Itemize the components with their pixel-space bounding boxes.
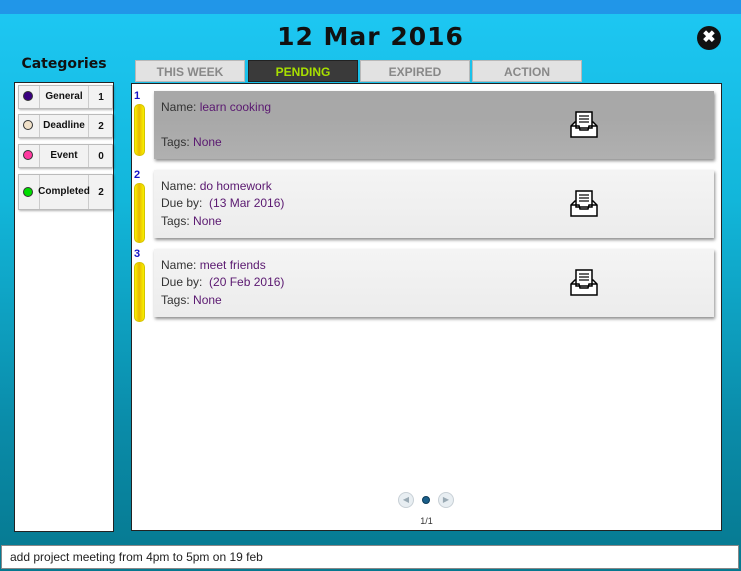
chevron-right-icon: ▶ <box>442 495 450 504</box>
task-due-date: (13 Mar 2016) <box>209 196 285 210</box>
task-index: 2 <box>134 169 141 181</box>
due-label: Due by: <box>161 196 203 210</box>
category-label: Deadline <box>39 115 89 137</box>
category-completed[interactable]: Completed 2 <box>18 174 113 210</box>
task-list-panel: 1 Name: learn cooking Tags: None 2 Name:… <box>131 83 722 531</box>
tags-label: Tags: <box>161 293 190 307</box>
task-due-date: (20 Feb 2016) <box>209 275 285 289</box>
previous-page-button[interactable]: ◀ <box>398 492 414 508</box>
chevron-left-icon: ◀ <box>402 495 410 504</box>
task-tags: None <box>193 293 222 307</box>
title-bar-strip <box>0 0 741 14</box>
category-color-dot <box>23 120 33 130</box>
task-index: 1 <box>134 90 141 102</box>
task-card[interactable]: Name: meet friends Due by: (20 Feb 2016)… <box>154 249 714 317</box>
category-general[interactable]: General 1 <box>18 85 113 109</box>
tab-this-week[interactable]: THIS WEEK <box>135 60 245 82</box>
current-date-title: 12 Mar 2016 <box>277 22 464 51</box>
category-count: 1 <box>98 91 104 103</box>
task-tags: None <box>193 135 222 149</box>
name-label: Name: <box>161 179 197 193</box>
name-label: Name: <box>161 258 197 272</box>
category-event[interactable]: Event 0 <box>18 144 113 168</box>
category-color-dot <box>23 150 33 160</box>
tags-label: Tags: <box>161 214 190 228</box>
task-name-line: Name: meet friends <box>161 258 266 272</box>
command-input[interactable] <box>1 545 739 569</box>
page-indicator-dot[interactable] <box>422 496 430 504</box>
task-name: learn cooking <box>199 100 272 114</box>
task-marker-bar <box>134 183 145 243</box>
category-color-dot <box>23 91 33 101</box>
category-label: General <box>39 86 89 108</box>
category-color-dot <box>23 187 33 197</box>
category-count: 2 <box>98 186 104 198</box>
task-name: meet friends <box>199 258 266 272</box>
category-label: Event <box>39 145 89 167</box>
task-due-line: Due by: (20 Feb 2016) <box>161 275 284 289</box>
task-marker-bar <box>134 262 145 322</box>
task-due-line: Due by: (13 Mar 2016) <box>161 196 284 210</box>
name-label: Name: <box>161 100 197 114</box>
tab-expired[interactable]: EXPIRED <box>360 60 470 82</box>
task-index: 3 <box>134 248 141 260</box>
inbox-icon[interactable] <box>568 187 600 219</box>
task-tags-line: Tags: None <box>161 214 222 228</box>
category-count: 0 <box>98 150 104 162</box>
category-label: Completed <box>38 175 90 209</box>
task-marker-bar <box>134 104 145 156</box>
category-count: 2 <box>98 120 104 132</box>
categories-title: Categories <box>21 56 107 72</box>
due-label: Due by: <box>161 275 203 289</box>
inbox-icon[interactable] <box>568 266 600 298</box>
categories-panel: General 1 Deadline 2 Event 0 Completed 2 <box>14 82 114 532</box>
inbox-icon[interactable] <box>568 108 600 140</box>
task-card[interactable]: Name: learn cooking Tags: None <box>154 91 714 159</box>
task-tags-line: Tags: None <box>161 135 222 149</box>
task-name-line: Name: learn cooking <box>161 100 271 114</box>
next-page-button[interactable]: ▶ <box>438 492 454 508</box>
task-card[interactable]: Name: do homework Due by: (13 Mar 2016) … <box>154 170 714 238</box>
page-count: 1/1 <box>420 516 433 526</box>
task-tags-line: Tags: None <box>161 293 222 307</box>
category-deadline[interactable]: Deadline 2 <box>18 114 113 138</box>
task-name-line: Name: do homework <box>161 179 272 193</box>
tab-action[interactable]: ACTION <box>472 60 582 82</box>
tags-label: Tags: <box>161 135 190 149</box>
close-icon: ✖ <box>702 29 716 46</box>
task-name: do homework <box>199 179 272 193</box>
pagination-control: ◀ ▶ <box>396 492 456 510</box>
tab-pending[interactable]: PENDING <box>248 60 358 82</box>
close-button[interactable]: ✖ <box>697 26 721 50</box>
task-tags: None <box>193 214 222 228</box>
